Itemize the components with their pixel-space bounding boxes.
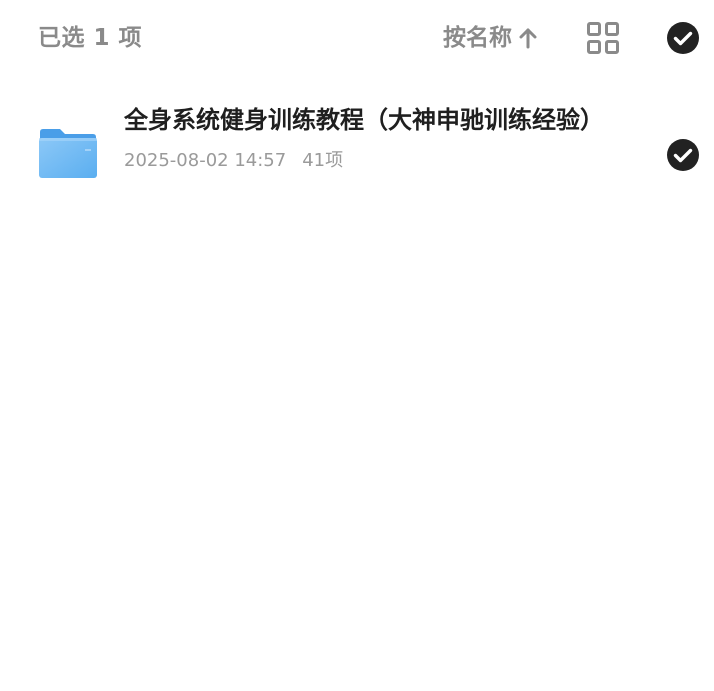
folder-icon [38, 126, 98, 180]
file-meta: 2025-08-02 14:57 41项 [124, 148, 604, 174]
file-item-count: 41项 [302, 150, 344, 171]
file-info: 全身系统健身训练教程（大神申驰训练经验） 2025-08-02 14:57 41项 [124, 102, 604, 174]
check-circle-icon [667, 22, 699, 54]
file-name: 全身系统健身训练教程（大神申驰训练经验） [124, 106, 604, 134]
grid-view-icon [587, 22, 619, 54]
sort-label: 按名称 [443, 25, 512, 51]
row-select-checkbox[interactable] [666, 138, 700, 172]
check-circle-icon [667, 139, 699, 171]
arrow-up-icon [518, 27, 538, 49]
selected-count-label: 已选 1 项 [38, 25, 143, 51]
sort-by-name-button[interactable]: 按名称 [443, 22, 538, 54]
file-date: 2025-08-02 14:57 [124, 150, 287, 171]
selection-toolbar: 已选 1 项 按名称 [0, 0, 714, 76]
select-all-button[interactable] [666, 21, 700, 55]
grid-view-button[interactable] [586, 21, 620, 55]
file-row[interactable]: 全身系统健身训练教程（大神申驰训练经验） 2025-08-02 14:57 41项 [0, 96, 714, 216]
